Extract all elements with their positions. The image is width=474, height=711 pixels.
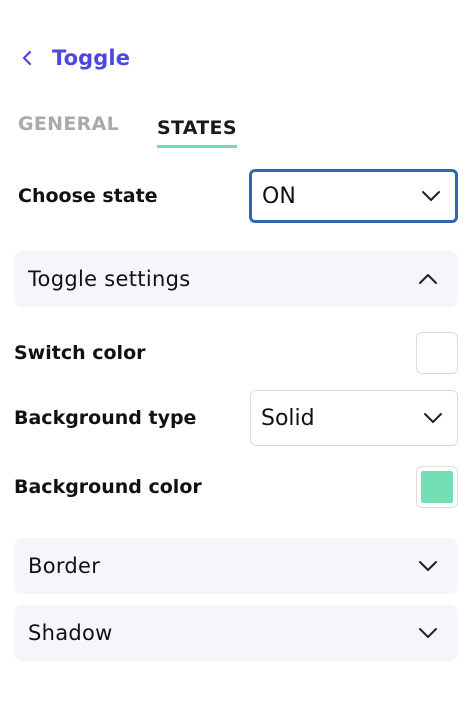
background-color-fill	[421, 471, 453, 503]
header: Toggle	[18, 38, 130, 78]
chevron-left-icon[interactable]	[18, 46, 36, 70]
switch-color-swatch[interactable]	[416, 332, 458, 374]
background-type-label: Background type	[14, 407, 197, 429]
chevron-down-icon	[423, 412, 443, 424]
background-color-swatch[interactable]	[416, 466, 458, 508]
switch-color-fill	[421, 337, 453, 369]
background-color-label: Background color	[14, 476, 202, 498]
chevron-down-icon	[421, 190, 441, 202]
background-type-value: Solid	[261, 405, 315, 431]
toggle-settings-section[interactable]: Toggle settings	[14, 251, 458, 307]
tab-states[interactable]: STATES	[157, 117, 237, 148]
tab-general[interactable]: GENERAL	[18, 113, 119, 148]
background-type-select[interactable]: Solid	[250, 390, 458, 446]
chevron-up-icon	[418, 273, 438, 285]
choose-state-label: Choose state	[18, 185, 158, 207]
page-title: Toggle	[52, 46, 131, 70]
toggle-settings-label: Toggle settings	[28, 267, 191, 291]
choose-state-value: ON	[262, 183, 296, 209]
shadow-section[interactable]: Shadow	[14, 605, 458, 661]
choose-state-select[interactable]: ON	[249, 169, 458, 223]
switch-color-row: Switch color	[14, 332, 458, 374]
shadow-label: Shadow	[28, 621, 113, 645]
switch-color-label: Switch color	[14, 342, 146, 364]
border-section[interactable]: Border	[14, 538, 458, 594]
border-label: Border	[28, 554, 101, 578]
background-color-row: Background color	[14, 466, 458, 508]
choose-state-row: Choose state ON	[14, 169, 458, 223]
chevron-down-icon	[418, 560, 438, 572]
tab-bar: GENERAL STATES	[18, 110, 237, 148]
chevron-down-icon	[418, 627, 438, 639]
background-type-row: Background type Solid	[14, 390, 458, 446]
